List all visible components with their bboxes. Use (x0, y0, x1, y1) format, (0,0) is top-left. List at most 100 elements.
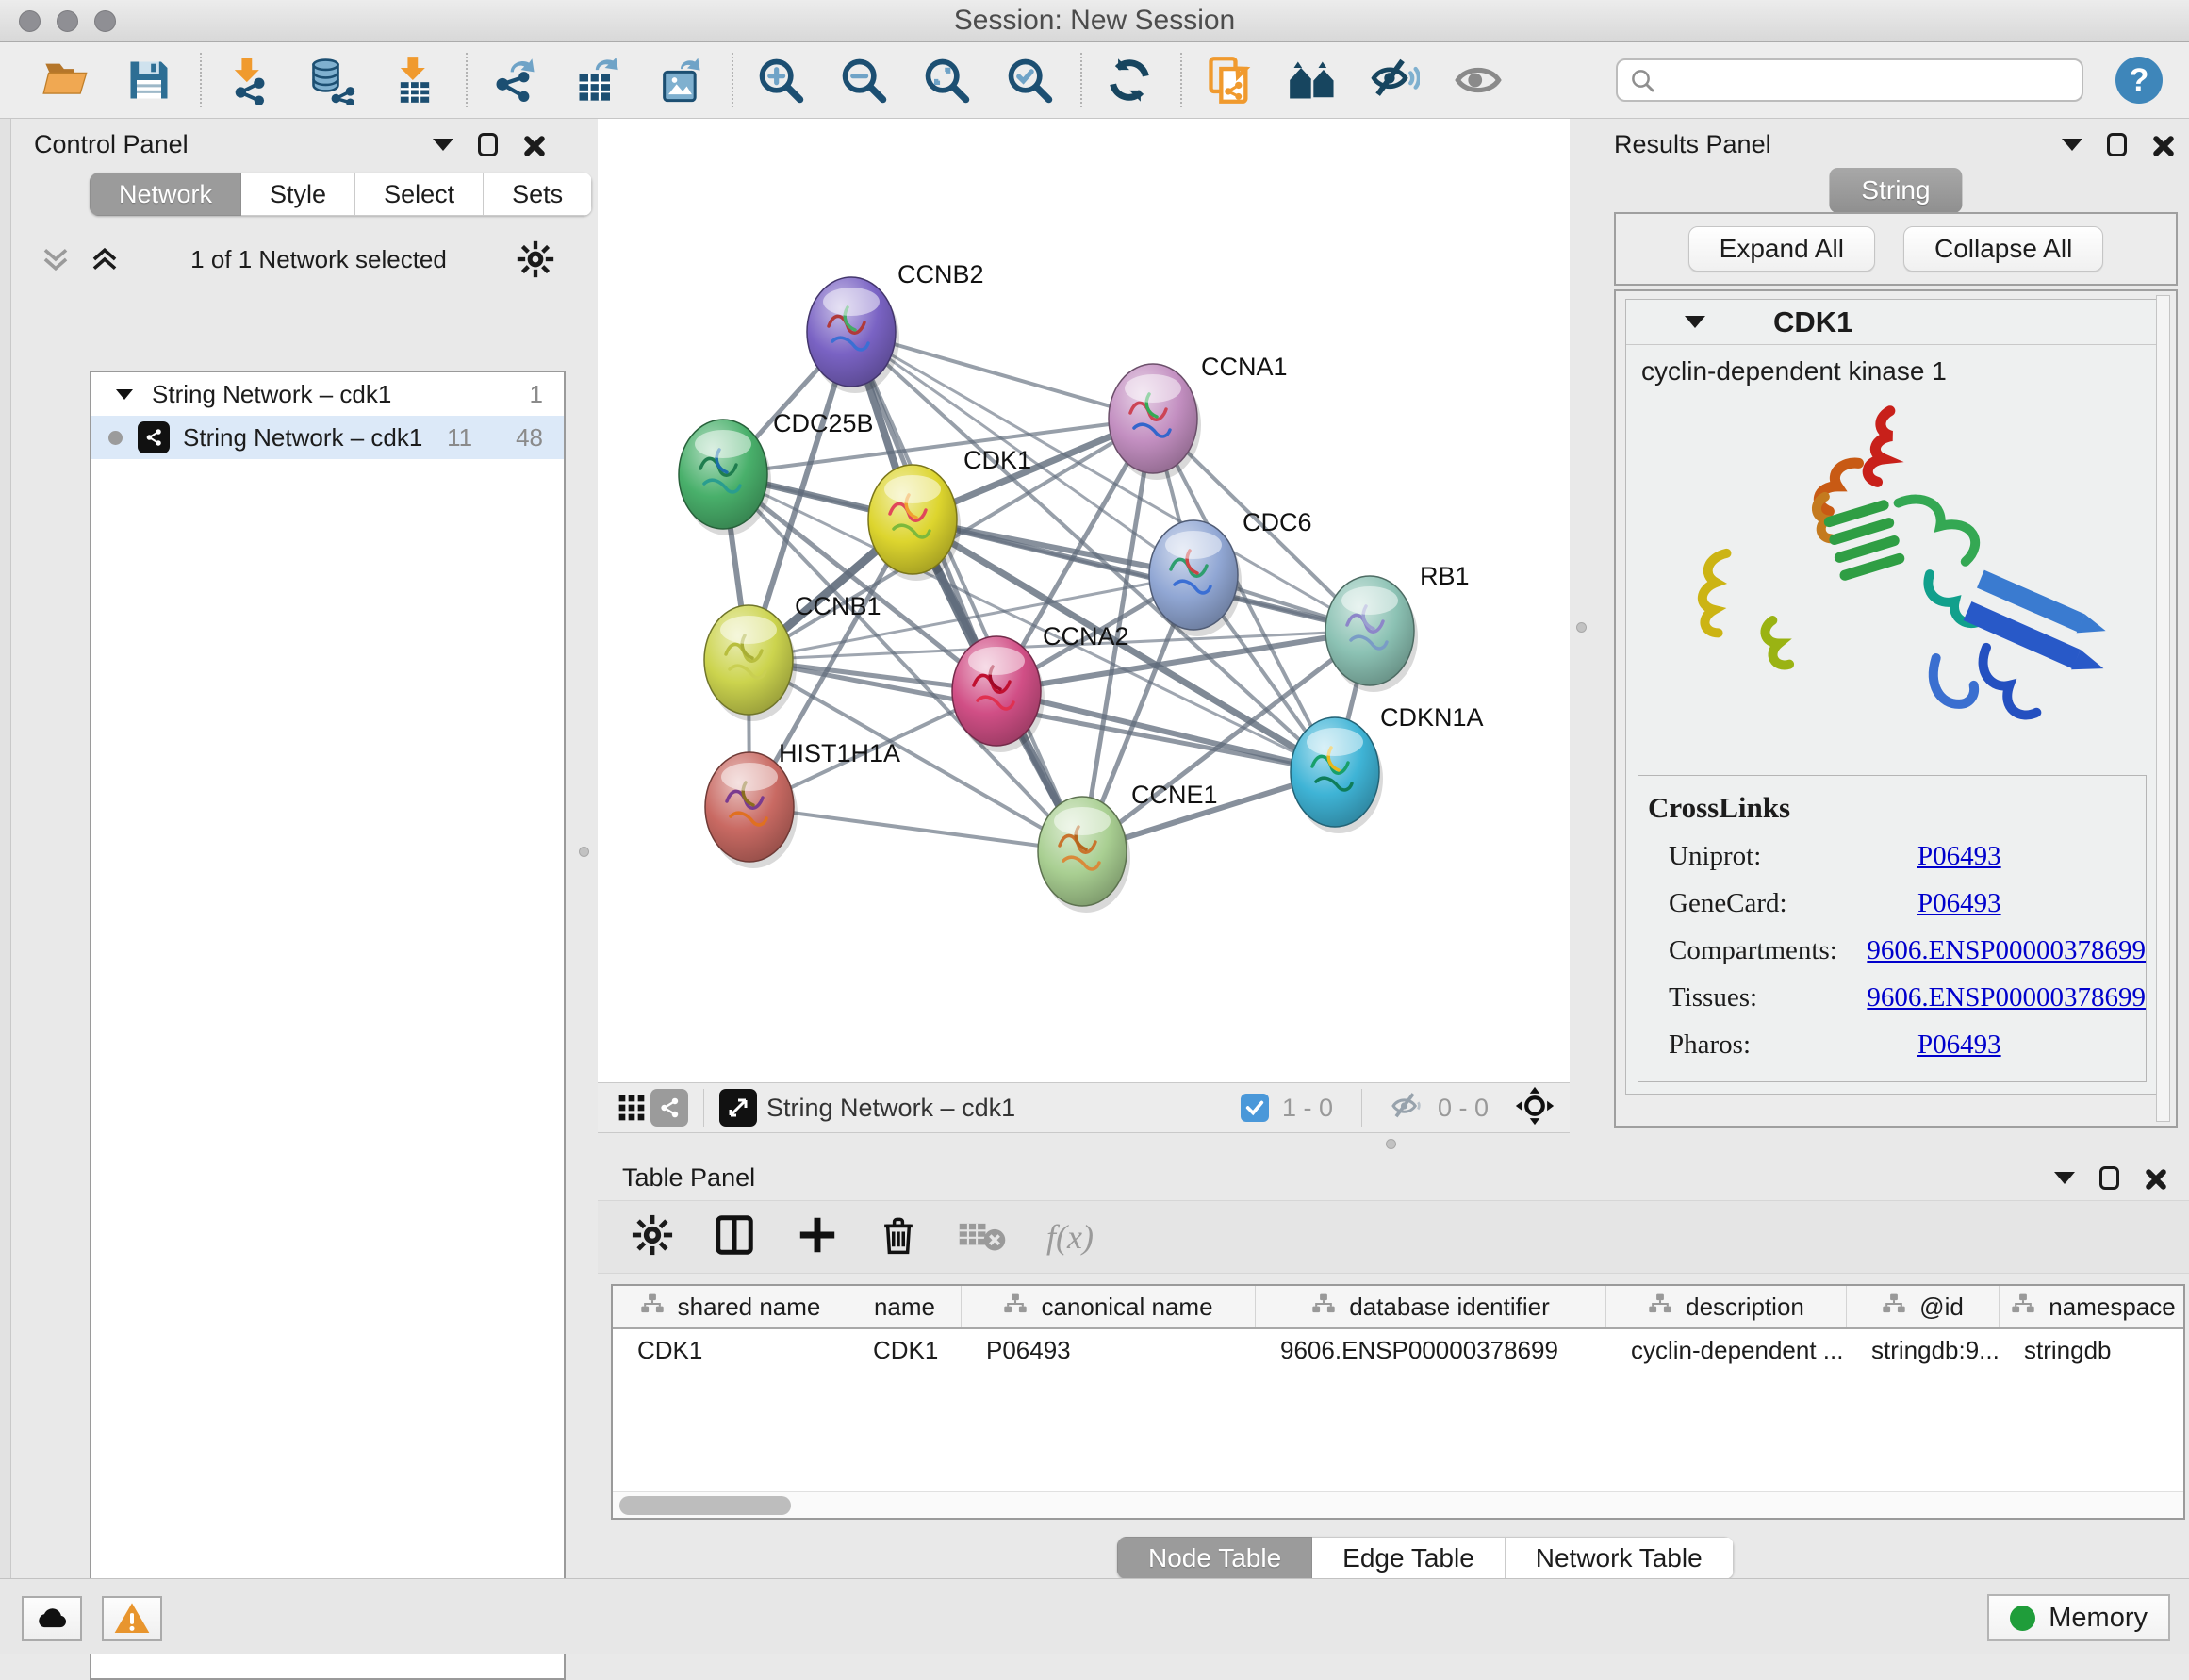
clone-network-button[interactable] (1203, 54, 1256, 107)
network-node-cdc6[interactable]: CDC6 (1149, 508, 1312, 636)
zoom-fit-button[interactable] (920, 54, 973, 107)
gene-collapse-icon[interactable] (1685, 316, 1705, 328)
first-neighbors-button[interactable] (1286, 54, 1339, 107)
network-node-hist1h1a[interactable]: HIST1H1A (705, 739, 900, 868)
column-header-canonical-name[interactable]: canonical name (962, 1286, 1256, 1327)
crosslink-value-link[interactable]: P06493 (1917, 1029, 2001, 1061)
close-panel-icon[interactable] (2151, 133, 2176, 157)
expand-all-button[interactable]: Expand All (1688, 226, 1875, 272)
column-header-description[interactable]: description (1606, 1286, 1847, 1327)
tab-edge-table[interactable]: Edge Table (1312, 1537, 1506, 1579)
detach-view-icon[interactable] (719, 1089, 757, 1127)
table-settings-gear-icon[interactable] (632, 1214, 673, 1260)
tab-network-table[interactable]: Network Table (1506, 1537, 1734, 1579)
crosslink-row: Pharos:P06493 (1648, 1029, 2146, 1061)
float-panel-icon[interactable] (2099, 1166, 2119, 1190)
column-header-name[interactable]: name (848, 1286, 962, 1327)
tree-expand-icon[interactable] (116, 389, 133, 400)
collapse-all-button[interactable]: Collapse All (1903, 226, 2103, 272)
crosshair-icon[interactable] (1515, 1086, 1555, 1130)
right-splitter-handle[interactable] (1576, 622, 1587, 633)
search-input[interactable] (1616, 58, 2083, 102)
column-type-icon (1003, 1293, 1028, 1322)
tab-string[interactable]: String (1829, 168, 1962, 213)
gear-icon[interactable] (517, 240, 554, 278)
crosslink-value-link[interactable]: 9606.ENSP00000378699 (1867, 935, 2146, 966)
collapse-panel-icon[interactable] (433, 139, 453, 151)
collapse-panel-icon[interactable] (2062, 139, 2082, 151)
tab-sets[interactable]: Sets (484, 173, 592, 216)
network-label: String Network – cdk1 (183, 423, 422, 453)
import-network-from-database-button[interactable] (305, 54, 358, 107)
main-toolbar: ? (0, 42, 2189, 119)
network-row[interactable]: String Network – cdk1 1148 (91, 416, 564, 459)
tab-node-table[interactable]: Node Table (1117, 1537, 1312, 1579)
float-panel-icon[interactable] (478, 133, 498, 156)
cloud-services-button[interactable] (22, 1596, 82, 1641)
close-panel-icon[interactable] (522, 133, 547, 157)
selected-checkbox-icon[interactable] (1241, 1094, 1269, 1122)
string-results-area: CDK1 cyclin-dependent kinase 1 (1614, 289, 2178, 1128)
float-panel-icon[interactable] (2107, 133, 2127, 156)
column-header-namespace[interactable]: namespace (2000, 1286, 2187, 1327)
column-header-shared-name[interactable]: shared name (613, 1286, 848, 1327)
table-cell: stringdb:9... (1847, 1336, 2000, 1365)
expand-all-chevron-icon[interactable] (89, 242, 121, 276)
tab-style[interactable]: Style (241, 173, 355, 216)
zoom-in-button[interactable] (754, 54, 807, 107)
network-node-cdkn1a[interactable]: CDKN1A (1291, 703, 1484, 833)
import-network-from-file-button[interactable] (222, 54, 275, 107)
table-row[interactable]: CDK1CDK1P064939606.ENSP00000378699cyclin… (613, 1329, 2183, 1371)
import-table-from-file-button[interactable] (388, 54, 441, 107)
help-button[interactable]: ? (2115, 57, 2163, 104)
collapse-all-chevron-icon[interactable] (40, 242, 72, 276)
select-columns-icon[interactable] (713, 1213, 756, 1261)
export-image-button[interactable] (654, 54, 707, 107)
network-collection-row[interactable]: String Network – cdk1 1 (91, 372, 564, 416)
add-column-icon[interactable] (796, 1213, 839, 1261)
table-toolbar: f(x) (598, 1200, 2189, 1274)
network-node-ccnb1[interactable]: CCNB1 (704, 592, 881, 721)
crosslink-row: Tissues:9606.ENSP00000378699 (1648, 982, 2146, 1013)
zoom-out-button[interactable] (837, 54, 890, 107)
network-node-rb1[interactable]: RB1 (1325, 562, 1470, 692)
table-horizontal-scrollbar[interactable] (613, 1491, 2183, 1518)
eye-slash-icon (1371, 56, 1420, 105)
delete-column-icon[interactable] (879, 1213, 918, 1261)
network-node-ccne1[interactable]: CCNE1 (1038, 781, 1218, 913)
table-cell: cyclin-dependent ... (1606, 1336, 1847, 1365)
grid-view-icon[interactable] (613, 1089, 650, 1127)
left-splitter-handle[interactable] (579, 847, 589, 857)
crosslink-value-link[interactable]: P06493 (1917, 888, 2001, 919)
delete-table-icon (958, 1216, 1007, 1259)
crosslink-value-link[interactable]: P06493 (1917, 841, 2001, 872)
column-header--id[interactable]: @id (1847, 1286, 2000, 1327)
table-header-row: shared namenamecanonical namedatabase id… (613, 1286, 2183, 1329)
horizontal-splitter-handle[interactable] (1386, 1139, 1396, 1149)
node-label: CCNB1 (795, 592, 881, 620)
warnings-button[interactable] (102, 1596, 162, 1641)
export-network-button[interactable] (488, 54, 541, 107)
open-session-button[interactable] (40, 54, 92, 107)
save-session-button[interactable] (123, 54, 175, 107)
zoom-selected-button[interactable] (1003, 54, 1056, 107)
results-scrollbar[interactable] (2156, 295, 2170, 1122)
apply-style-refresh-button[interactable] (1103, 54, 1156, 107)
gene-section-header[interactable]: CDK1 (1626, 300, 2158, 345)
memory-button[interactable]: Memory (1987, 1594, 2170, 1641)
export-table-button[interactable] (571, 54, 624, 107)
scrollbar-thumb[interactable] (619, 1496, 791, 1515)
close-panel-icon[interactable] (2144, 1166, 2168, 1191)
tab-network[interactable]: Network (90, 173, 241, 216)
column-header-database-identifier[interactable]: database identifier (1256, 1286, 1606, 1327)
hidden-eye-icon (1391, 1089, 1424, 1128)
collapse-panel-icon[interactable] (2054, 1172, 2075, 1184)
crosslink-value-link[interactable]: 9606.ENSP00000378699 (1867, 982, 2146, 1013)
tab-select[interactable]: Select (355, 173, 484, 216)
network-canvas[interactable]: CCNB2CCNA1CDC25BCDK1CDC6RB1CCNB1CCNA2CDK… (598, 119, 1570, 1082)
crosslinks-section: CrossLinks Uniprot:P06493GeneCard:P06493… (1638, 775, 2147, 1082)
hide-selected-button[interactable] (1369, 54, 1422, 107)
title-bar: Session: New Session (0, 0, 2189, 42)
show-all-button[interactable] (1452, 54, 1505, 107)
network-view-icon[interactable] (650, 1089, 688, 1127)
